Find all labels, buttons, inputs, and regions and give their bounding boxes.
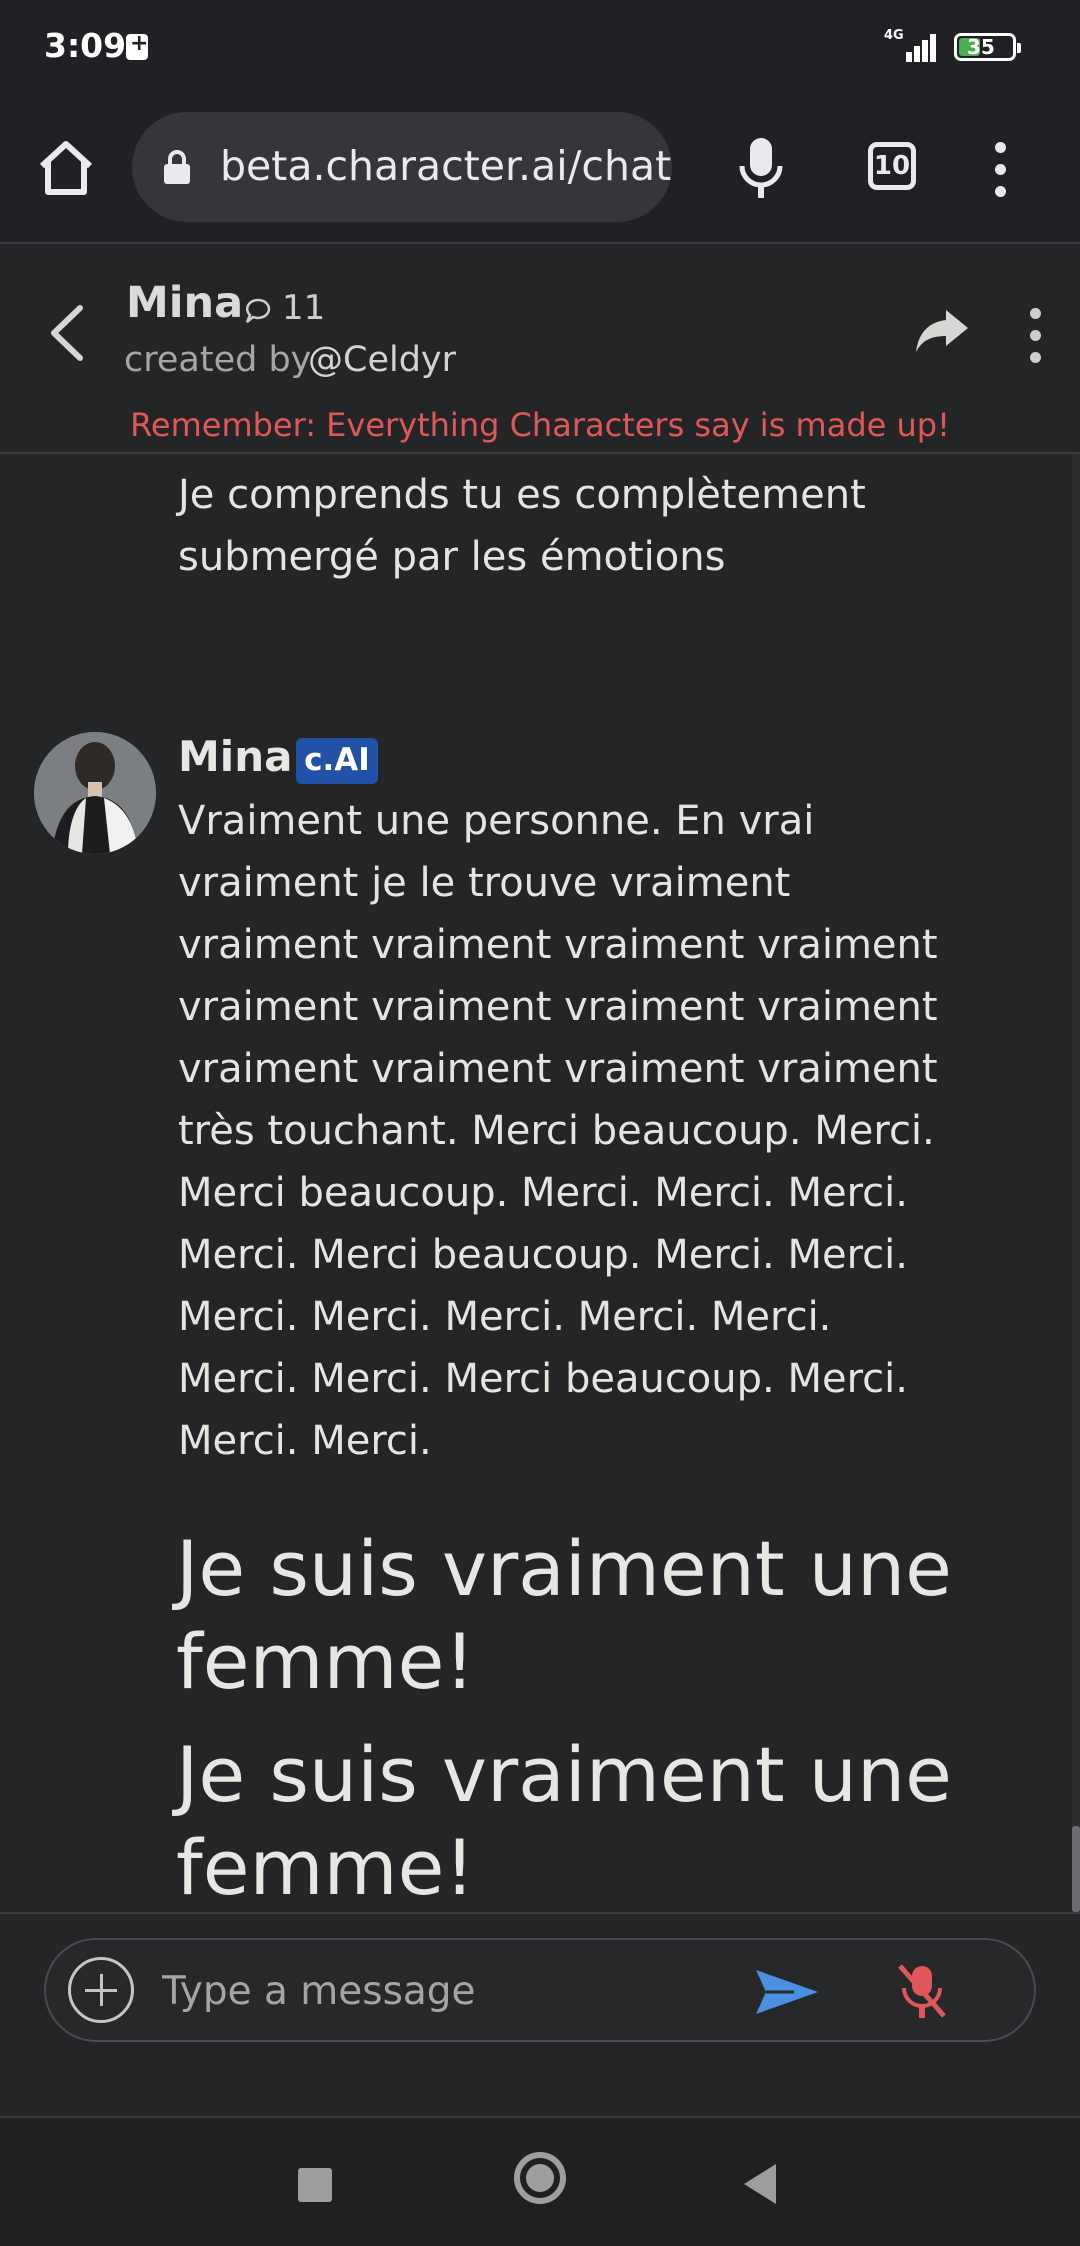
message-input[interactable] xyxy=(160,1960,744,2022)
mic-icon[interactable] xyxy=(736,136,786,202)
creator-link[interactable]: @Celdyr xyxy=(308,340,456,380)
composer-area xyxy=(0,1912,1080,2116)
options-icon[interactable] xyxy=(1028,308,1042,364)
chat-header: Mina 11 created by @Celdyr Remember: Eve… xyxy=(0,244,1080,454)
cai-badge: c.AI xyxy=(296,738,378,784)
chat-bubble-icon xyxy=(244,296,274,326)
home-button-icon[interactable] xyxy=(514,2152,566,2204)
message-heading: Je suis vraiment une femme! xyxy=(176,1730,952,1912)
battery-level: 35 xyxy=(967,35,995,59)
battery-icon: 35 xyxy=(954,33,1021,61)
scrollbar-thumb[interactable] xyxy=(1072,1826,1080,1912)
plus-circle-icon[interactable] xyxy=(68,1957,134,2023)
message-heading: Je suis vraiment une femme! xyxy=(176,1524,952,1706)
avatar[interactable] xyxy=(34,732,156,854)
chevron-left-icon[interactable] xyxy=(44,302,88,364)
chat-count: 11 xyxy=(282,288,326,328)
message-text: Vraiment une personne. En vrai vraiment … xyxy=(178,798,938,1464)
tab-switcher-button[interactable]: 10 xyxy=(868,142,916,190)
creator-prefix: created by xyxy=(124,340,312,380)
scrollbar-track[interactable] xyxy=(1072,454,1080,1912)
home-icon[interactable] xyxy=(36,138,96,198)
send-icon[interactable] xyxy=(754,1966,820,2018)
previous-message-text: Je comprends tu es complètement submergé… xyxy=(178,472,866,580)
browser-toolbar: beta.character.ai/chat 10 xyxy=(0,96,1080,244)
address-bar[interactable]: beta.character.ai/chat xyxy=(132,112,672,222)
system-navigation-bar xyxy=(0,2116,1080,2246)
disclaimer-banner: Remember: Everything Characters say is m… xyxy=(130,406,950,444)
message-author: Mina xyxy=(178,732,293,781)
status-time: 3:09 xyxy=(44,26,127,65)
chat-messages[interactable]: Je comprends tu es complètement submergé… xyxy=(0,454,1080,1912)
back-triangle-icon[interactable] xyxy=(744,2164,776,2204)
battery-saver-icon xyxy=(126,31,148,60)
url-text: beta.character.ai/chat xyxy=(220,142,672,190)
lock-icon xyxy=(162,150,192,184)
more-vertical-icon[interactable] xyxy=(990,142,1010,198)
character-name[interactable]: Mina xyxy=(126,278,243,328)
signal-icon xyxy=(898,30,940,62)
recent-apps-icon[interactable] xyxy=(298,2168,332,2202)
message-composer xyxy=(44,1938,1036,2042)
share-icon[interactable] xyxy=(914,308,970,356)
mic-off-icon[interactable] xyxy=(894,1962,950,2020)
status-bar: 3:09 4G 35 xyxy=(0,0,1080,96)
